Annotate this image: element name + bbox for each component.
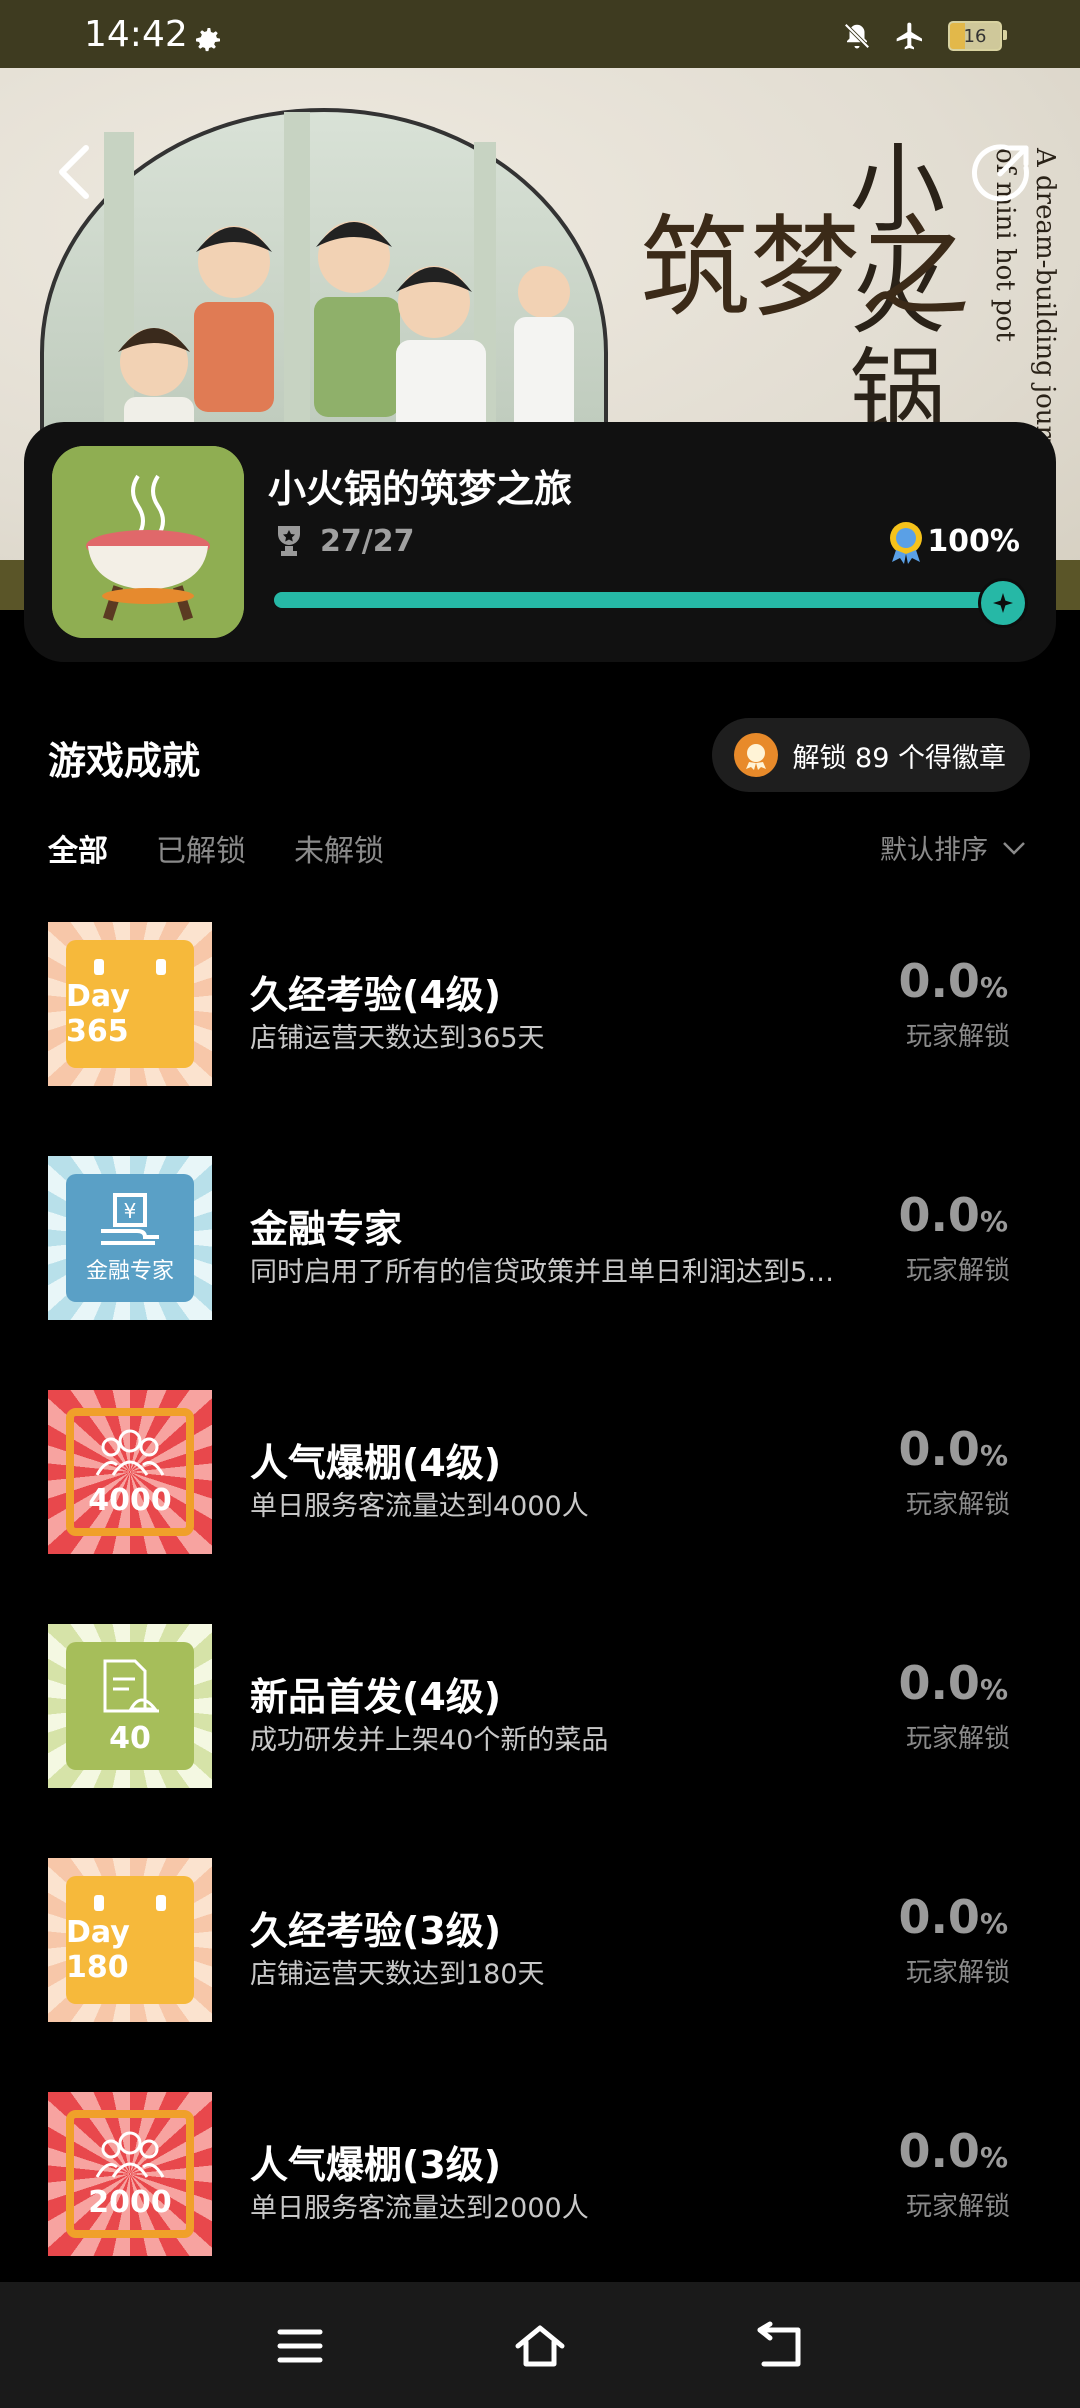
unlock-rate-unit: % bbox=[979, 1439, 1008, 1472]
achievement-name: 人气爆棚(4级) bbox=[250, 1441, 502, 1485]
settings-gear-icon bbox=[196, 28, 220, 52]
battery-icon: 16 bbox=[948, 21, 1007, 51]
filter-tabs: 全部 已解锁 未解锁 bbox=[48, 826, 384, 870]
new-dish-icon bbox=[95, 1657, 165, 1721]
game-title: 小火锅的筑梦之旅 bbox=[268, 467, 573, 511]
chevron-down-icon bbox=[1003, 841, 1025, 855]
badge-text: 解锁 89 个得徽章 bbox=[792, 742, 1006, 774]
back-nav-icon[interactable] bbox=[754, 2320, 806, 2372]
achievement-description: 店铺运营天数达到180天 bbox=[250, 1959, 545, 1990]
achievement-name: 久经考验(3级) bbox=[250, 1909, 502, 1953]
progress-fill bbox=[274, 578, 1028, 628]
unlock-rate-value: 0.0 bbox=[898, 1422, 980, 1476]
unlock-rate-unit: % bbox=[979, 2141, 1008, 2174]
badge-label: Day 365 bbox=[66, 979, 130, 1049]
people-badge-icon: 2000 bbox=[48, 2092, 212, 2256]
achievement-item[interactable]: ¥ 金融专家 金融专家 同时启用了所有的信贷政策并且单日利润达到5… 0.0% 玩家解锁 bbox=[0, 1156, 1080, 1390]
status-bar: 14:42 16 bbox=[0, 0, 1080, 68]
badge-label: 金融专家 bbox=[85, 1259, 174, 1284]
mute-icon bbox=[844, 23, 870, 49]
badge-icon bbox=[734, 733, 779, 777]
people-icon bbox=[95, 1427, 165, 1483]
section-title: 游戏成就 bbox=[48, 739, 201, 783]
newdish-badge-icon: 40 bbox=[48, 1624, 212, 1788]
achievement-description: 单日服务客流量达到2000人 bbox=[250, 2193, 589, 2224]
airplane-mode-icon bbox=[896, 22, 922, 50]
achievement-list: Day 365 久经考验(4级) 店铺运营天数达到365天 0.0% 玩家解锁 ¥ 金融专家… bbox=[0, 922, 1080, 2326]
svg-text:¥: ¥ bbox=[124, 1199, 137, 1223]
unlock-caption: 玩家解锁 bbox=[905, 1490, 1010, 1520]
achievement-description: 同时启用了所有的信贷政策并且单日利润达到5… bbox=[250, 1257, 835, 1288]
game-icon[interactable] bbox=[52, 446, 244, 638]
unlock-rate-unit: % bbox=[979, 1205, 1008, 1238]
achievement-name: 新品首发(4级) bbox=[250, 1675, 502, 1719]
status-time: 14:42 bbox=[84, 14, 188, 55]
unlock-caption: 玩家解锁 bbox=[905, 1022, 1010, 1052]
game-summary-card: 小火锅的筑梦之旅 27/27 100% bbox=[24, 422, 1056, 662]
unlock-rate: 0.0% bbox=[898, 1890, 1008, 1944]
tab-locked[interactable]: 未解锁 bbox=[294, 826, 384, 870]
tab-unlocked[interactable]: 已解锁 bbox=[156, 826, 246, 870]
sort-dropdown[interactable]: 默认排序 bbox=[880, 828, 1026, 867]
share-icon[interactable] bbox=[968, 140, 1032, 204]
home-icon[interactable] bbox=[514, 2320, 566, 2372]
unlock-caption: 玩家解锁 bbox=[905, 1256, 1010, 1286]
menu-icon[interactable] bbox=[274, 2320, 326, 2372]
back-arrow-icon[interactable] bbox=[54, 142, 94, 202]
badge-label: 40 bbox=[109, 1720, 151, 1756]
calendar-icon bbox=[80, 1895, 180, 1915]
unlock-rate: 0.0% bbox=[898, 1188, 1008, 1242]
achievement-description: 单日服务客流量达到4000人 bbox=[250, 1491, 589, 1522]
badge-label: 2000 bbox=[88, 2184, 172, 2220]
unlock-rate-value: 0.0 bbox=[898, 1188, 980, 1242]
people-badge-icon: 4000 bbox=[48, 1390, 212, 1554]
unlock-rate-value: 0.0 bbox=[898, 1890, 980, 1944]
unlock-caption: 玩家解锁 bbox=[905, 1724, 1010, 1754]
achievement-name: 人气爆棚(3级) bbox=[250, 2143, 502, 2187]
sort-label: 默认排序 bbox=[880, 835, 988, 866]
medal-icon bbox=[890, 522, 922, 564]
unlock-caption: 玩家解锁 bbox=[905, 2192, 1010, 2222]
unlock-rate: 0.0% bbox=[898, 954, 1008, 1008]
unlock-rate: 0.0% bbox=[898, 1656, 1008, 1710]
battery-level: 16 bbox=[963, 25, 987, 47]
achievement-description: 成功研发并上架40个新的菜品 bbox=[250, 1725, 609, 1756]
trophy-icon bbox=[278, 526, 300, 556]
achievement-item[interactable]: 4000 人气爆棚(4级) 单日服务客流量达到4000人 0.0% 玩家解锁 bbox=[0, 1390, 1080, 1624]
badge-label: 4000 bbox=[88, 1482, 172, 1518]
calendar-icon bbox=[80, 959, 180, 979]
calendar-badge-icon: Day 180 bbox=[48, 1858, 212, 2022]
banner-calligraphy-sub: 筑梦之 bbox=[640, 204, 970, 332]
achievement-item[interactable]: 40 新品首发(4级) 成功研发并上架40个新的菜品 0.0% 玩家解锁 bbox=[0, 1624, 1080, 1858]
achievement-name: 金融专家 bbox=[250, 1207, 403, 1251]
calendar-badge-icon: Day 365 bbox=[48, 922, 212, 1086]
unlock-rate-value: 0.0 bbox=[898, 1656, 980, 1710]
people-icon bbox=[95, 2129, 165, 2185]
money-hand-icon: ¥ bbox=[95, 1191, 165, 1253]
finance-badge-icon: ¥ 金融专家 bbox=[48, 1156, 212, 1320]
unlock-rate-unit: % bbox=[979, 1673, 1008, 1706]
system-nav-bar bbox=[0, 2282, 1080, 2408]
unlock-badge-button[interactable]: 解锁 89 个得徽章 bbox=[712, 718, 1030, 792]
achievement-name: 久经考验(4级) bbox=[250, 973, 502, 1017]
achievement-description: 店铺运营天数达到365天 bbox=[250, 1023, 545, 1054]
trophy-count: 27/27 bbox=[320, 524, 415, 559]
achievement-item[interactable]: Day 365 久经考验(4级) 店铺运营天数达到365天 0.0% 玩家解锁 bbox=[0, 922, 1080, 1156]
unlock-rate-value: 0.0 bbox=[898, 2124, 980, 2178]
unlock-rate-value: 0.0 bbox=[898, 954, 980, 1008]
achievement-item[interactable]: Day 180 久经考验(3级) 店铺运营天数达到180天 0.0% 玩家解锁 bbox=[0, 1858, 1080, 2092]
unlock-rate-unit: % bbox=[979, 971, 1008, 1004]
unlock-rate: 0.0% bbox=[898, 2124, 1008, 2178]
unlock-rate-unit: % bbox=[979, 1907, 1008, 1940]
badge-label: Day 180 bbox=[66, 1915, 130, 1985]
progress-star-icon bbox=[978, 578, 1028, 628]
unlock-rate: 0.0% bbox=[898, 1422, 1008, 1476]
completion-progress-bar bbox=[274, 578, 1028, 628]
unlock-caption: 玩家解锁 bbox=[905, 1958, 1010, 1988]
completion-percent: 100% bbox=[927, 524, 1020, 559]
tab-all[interactable]: 全部 bbox=[48, 826, 108, 870]
